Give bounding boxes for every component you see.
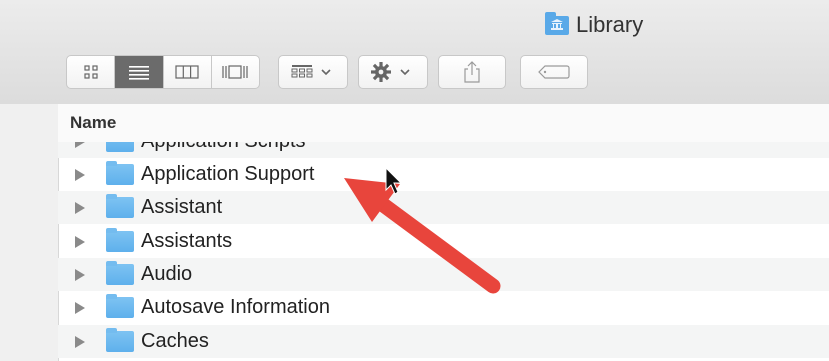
- view-mode-segmented-control: [66, 55, 260, 89]
- list-item[interactable]: Autosave Information: [58, 291, 829, 324]
- list-item[interactable]: Assistant: [58, 191, 829, 224]
- action-button[interactable]: [358, 55, 428, 89]
- list-item[interactable]: Application Scripts: [58, 142, 829, 158]
- file-list: Application Scripts Application Support …: [58, 142, 829, 361]
- name-column-header[interactable]: Name: [58, 104, 829, 143]
- disclosure-triangle-icon[interactable]: [75, 201, 85, 214]
- disclosure-triangle-icon[interactable]: [75, 142, 85, 148]
- folder-icon: [106, 161, 134, 185]
- disclosure-triangle-icon[interactable]: [75, 168, 85, 181]
- item-name: Application Scripts: [141, 142, 306, 153]
- arrange-button[interactable]: [278, 55, 348, 89]
- list-item[interactable]: Audio: [58, 258, 829, 291]
- list-item[interactable]: Caches: [58, 325, 829, 358]
- library-folder-icon: [545, 11, 569, 35]
- folder-icon: [106, 328, 134, 352]
- share-button[interactable]: [438, 55, 506, 89]
- arrange-grid-icon: [291, 65, 331, 78]
- item-name: Autosave Information: [141, 296, 330, 318]
- cover-flow-view-button[interactable]: [212, 56, 259, 88]
- item-name: Assistant: [141, 196, 223, 218]
- disclosure-triangle-icon[interactable]: [75, 301, 85, 314]
- item-name: Assistants: [141, 230, 233, 252]
- column-view-button[interactable]: [164, 56, 212, 88]
- folder-icon: [106, 228, 134, 252]
- disclosure-triangle-icon[interactable]: [75, 268, 85, 281]
- finder-window: Library Name Application Support Assista…: [0, 0, 829, 361]
- window-title: Library: [545, 11, 644, 38]
- folder-icon: [106, 142, 134, 152]
- folder-icon: [106, 194, 134, 218]
- list-item[interactable]: Assistants: [58, 225, 829, 258]
- window-title-text: Library: [576, 12, 644, 37]
- list-item[interactable]: Application Support: [58, 158, 829, 191]
- icon-view-button[interactable]: [67, 56, 116, 88]
- item-name: Caches: [141, 330, 209, 352]
- chevron-down-icon: [321, 69, 331, 76]
- tag-icon: [538, 65, 570, 79]
- item-name: Application Support: [141, 163, 315, 185]
- list-view-icon: [128, 66, 149, 80]
- cover-flow-view-icon: [222, 65, 248, 79]
- item-name: Audio: [141, 263, 193, 285]
- folder-icon: [106, 294, 134, 318]
- list-view-button[interactable]: [115, 56, 164, 88]
- toolbar: Library: [0, 0, 829, 105]
- folder-icon: [106, 261, 134, 285]
- gear-icon: [371, 62, 410, 82]
- sidebar: [0, 104, 59, 361]
- name-column-label: Name: [70, 113, 117, 132]
- disclosure-triangle-icon[interactable]: [75, 335, 85, 348]
- icon-view-icon: [84, 65, 98, 79]
- column-view-icon: [175, 65, 199, 79]
- tag-button[interactable]: [520, 55, 588, 89]
- disclosure-triangle-icon[interactable]: [75, 235, 85, 248]
- share-icon: [464, 61, 480, 83]
